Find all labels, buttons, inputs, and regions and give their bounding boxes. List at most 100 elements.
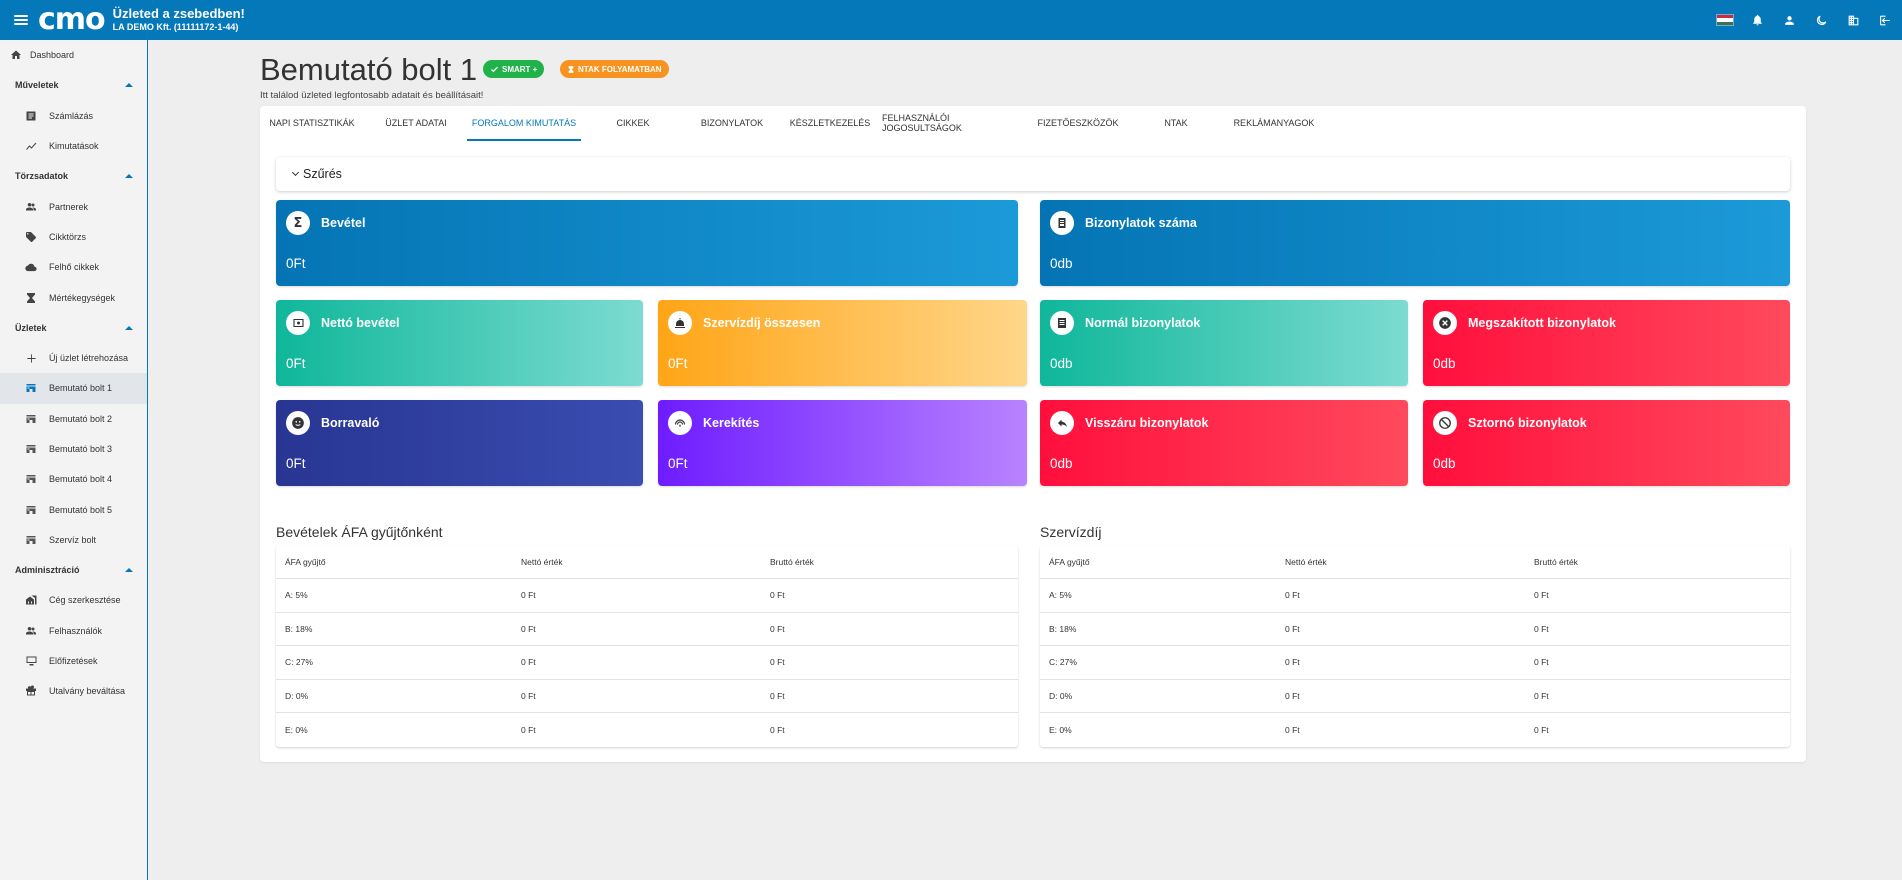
sidebar-item-cikktorzs[interactable]: Cikktörzs	[0, 222, 147, 252]
filter-expander[interactable]: Szűrés	[276, 157, 1790, 191]
table-cell: B: 18%	[285, 623, 313, 634]
table-cell: 0 Ft	[521, 623, 536, 634]
sidebar-item-label: Utalvány beváltása	[49, 686, 126, 697]
brand-text: Üzleted a zsebedben! LA DEMO Kft. (11111…	[113, 6, 245, 32]
table-row: C: 27% 0 Ft 0 Ft	[276, 646, 1018, 680]
column-header[interactable]: Bruttó érték	[770, 557, 1018, 567]
sidebar-section-torzsadatok[interactable]: Törzsadatok	[0, 161, 147, 191]
topbar-actions	[1716, 0, 1894, 40]
table-cell: 0 Ft	[1534, 690, 1549, 701]
cmo-logo[interactable]: cmo	[38, 5, 106, 35]
sidebar-item-label: Bemutató bolt 2	[49, 413, 113, 424]
dark-mode-icon[interactable]	[1812, 11, 1830, 29]
tab-keszletkezeles[interactable]: KÉSZLETKEZELÉS	[778, 106, 882, 140]
table-cell: 0 Ft	[1534, 623, 1549, 634]
table-cell: D: 0%	[1049, 690, 1073, 701]
return-icon	[1050, 411, 1074, 435]
tile-label: Bizonylatok száma	[1085, 216, 1197, 230]
table-cell: 0 Ft	[521, 657, 536, 668]
people-icon	[24, 624, 38, 638]
sidebar-item-bemutato-bolt-2[interactable]: Bemutató bolt 2	[0, 404, 147, 434]
tile-value: 0db	[1433, 456, 1456, 471]
user-icon[interactable]	[1780, 11, 1798, 29]
hungarian-flag-icon[interactable]	[1716, 11, 1734, 29]
sidebar-item-label: Bemutató bolt 3	[49, 444, 113, 454]
table-cell: A: 5%	[285, 590, 308, 601]
store-icon	[24, 472, 38, 486]
filter-label: Szűrés	[303, 167, 342, 181]
tile-bevetel: Σ Bevétel 0Ft	[276, 200, 1018, 286]
tab-bizonylatok[interactable]: BIZONYLATOK	[680, 106, 784, 140]
table-cell: C: 27%	[1049, 657, 1077, 668]
table-cell: D: 0%	[285, 690, 309, 701]
sidebar-section-muveletek[interactable]: Műveletek	[0, 70, 147, 100]
store-icon	[24, 503, 38, 517]
sidebar-section-uzletek[interactable]: Üzletek	[0, 313, 147, 343]
tile-label: Bevétel	[321, 216, 366, 230]
tile-megszakitott-bizonylatok: Megszakított bizonylatok 0db	[1423, 300, 1790, 386]
table-cell: 0 Ft	[1285, 724, 1300, 735]
column-header[interactable]: Nettó érték	[521, 557, 770, 567]
sidebar-item-label: Bemutató bolt 1	[49, 383, 113, 394]
sidebar-item-kimutatasok[interactable]: Kimutatások	[0, 131, 147, 161]
sidebar-item-uj-uzlet[interactable]: Új üzlet létrehozása	[0, 343, 147, 373]
sidebar-item-bemutato-bolt-4[interactable]: Bemutató bolt 4	[0, 464, 147, 494]
sidebar-item-dashboard[interactable]: Dashboard	[0, 40, 147, 70]
sidebar-item-szamlazas[interactable]: Számlázás	[0, 101, 147, 131]
tile-szervizdij-osszesen: Szervízdíj összesen 0Ft	[658, 300, 1027, 386]
gift-icon	[24, 684, 38, 698]
collapse-caret-icon	[125, 83, 133, 88]
sidebar-item-bemutato-bolt-5[interactable]: Bemutató bolt 5	[0, 494, 147, 524]
tile-value: 0db	[1433, 356, 1456, 371]
tile-label: Nettó bevétel	[321, 316, 400, 330]
sidebar-item-utalvany[interactable]: Utalvány beváltása	[0, 676, 147, 706]
sidebar-item-label: Cég szerkesztése	[49, 595, 121, 606]
tag-icon	[24, 230, 38, 244]
tab-ntak[interactable]: NTAK	[1124, 106, 1228, 140]
column-header[interactable]: Nettó érték	[1285, 557, 1534, 567]
tile-value: 0db	[1050, 356, 1073, 371]
sidebar-item-ceg-szerkesztese[interactable]: Cég szerkesztése	[0, 585, 147, 615]
sidebar-item-szerviz-bolt[interactable]: Szervíz bolt	[0, 525, 147, 555]
smiley-icon	[286, 411, 310, 435]
sidebar-item-mertekegysegek[interactable]: Mértékegységek	[0, 282, 147, 312]
tab-forgalom-kimutatas[interactable]: FORGALOM KIMUTATÁS	[467, 106, 581, 141]
sigma-icon: Σ	[286, 211, 310, 235]
bell-icon[interactable]	[1748, 11, 1766, 29]
tab-uzlet-adatai[interactable]: ÜZLET ADATAI	[364, 106, 468, 140]
tile-value: 0db	[1050, 256, 1073, 271]
table-cell: 0 Ft	[770, 657, 785, 668]
column-header[interactable]: ÁFA gyűjtő	[1040, 557, 1285, 567]
tab-napi-statisztikak[interactable]: NAPI STATISZTIKÁK	[260, 106, 364, 140]
afa-table: ÁFA gyűjtő Nettó érték Bruttó érték A: 5…	[276, 546, 1018, 747]
sidebar-item-elofizetesek[interactable]: Előfizetések	[0, 646, 147, 676]
table-cell: 0 Ft	[770, 623, 785, 634]
sidebar-item-bemutato-bolt-3[interactable]: Bemutató bolt 3	[0, 434, 147, 464]
building-icon[interactable]	[1844, 11, 1862, 29]
logout-icon[interactable]	[1876, 11, 1894, 29]
store-icon	[24, 533, 38, 547]
tab-felhasznaloi-jogosultsagok[interactable]: FELHASZNÁLÓI JOGOSULTSÁGOK	[882, 106, 1028, 140]
tab-fizetoeszkozok[interactable]: FIZETŐESZKÖZÖK	[1026, 106, 1130, 140]
invoice-icon	[24, 109, 38, 123]
sidebar-item-felhasznalok[interactable]: Felhasználók	[0, 616, 147, 646]
receipt-icon	[1050, 211, 1074, 235]
sidebar-item-partnerek[interactable]: Partnerek	[0, 191, 147, 221]
badge-label: SMART +	[502, 64, 538, 74]
tab-cikkek[interactable]: CIKKEK	[581, 106, 685, 140]
tile-label: Borravaló	[321, 416, 380, 430]
column-header[interactable]: ÁFA gyűjtő	[276, 557, 521, 567]
sidebar-item-felho-cikkek[interactable]: Felhő cikkek	[0, 252, 147, 282]
table-cell: 0 Ft	[770, 590, 785, 601]
sidebar-section-adminisztracio[interactable]: Adminisztráció	[0, 555, 147, 585]
collapse-caret-icon	[125, 325, 133, 330]
scale-icon	[24, 291, 38, 305]
table-row: E: 0% 0 Ft 0 Ft	[276, 713, 1018, 747]
menu-icon[interactable]	[14, 15, 28, 25]
tab-reklamanyagok[interactable]: REKLÁMANYAGOK	[1222, 106, 1326, 140]
sidebar-item-label: Kimutatások	[49, 141, 99, 152]
column-header[interactable]: Bruttó érték	[1534, 557, 1790, 567]
table-cell: 0 Ft	[1534, 724, 1549, 735]
sidebar-section-title: Műveletek	[15, 80, 59, 91]
sidebar-item-bemutato-bolt-1[interactable]: Bemutató bolt 1	[0, 373, 147, 404]
